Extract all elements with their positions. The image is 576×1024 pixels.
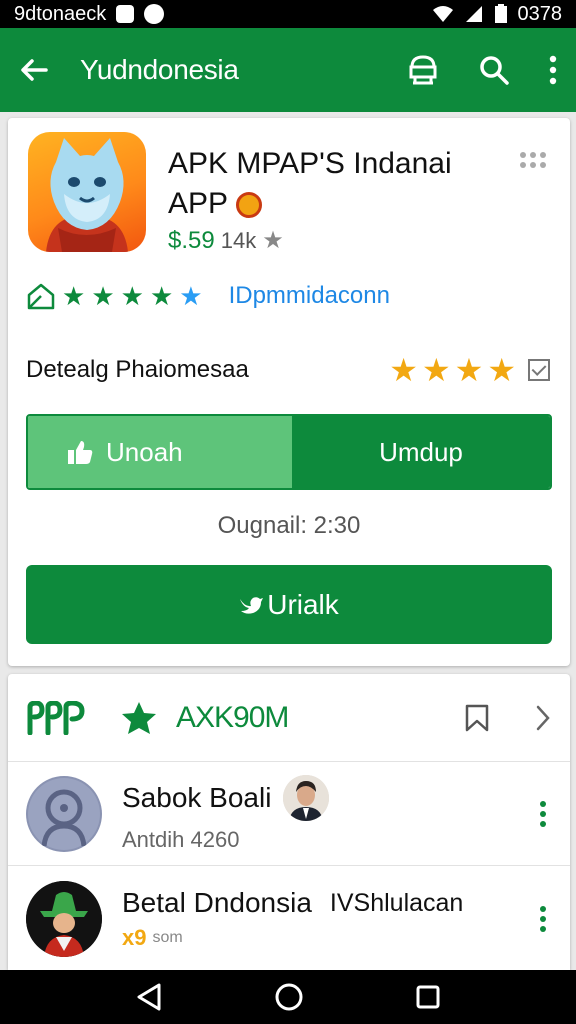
- original-text: Ougnail: 2:30: [217, 512, 361, 539]
- back-arrow-icon: [21, 59, 48, 81]
- section-card: AXK90M Sabok Boali Antdih 4260 Betal Dnd…: [8, 674, 570, 970]
- list-item-subtitle: Antdih 4260: [122, 826, 240, 852]
- award-badge-icon: [236, 192, 263, 219]
- list-item-title-extra: IVShlulacan: [329, 888, 464, 917]
- signal-icon: [465, 6, 482, 22]
- rating-star-icon: ★: [262, 227, 284, 254]
- status-bar: 9dtonaeck 0378: [0, 0, 576, 28]
- install-button[interactable]: Urialk: [26, 565, 552, 644]
- app-icon: [28, 132, 146, 252]
- shop-button[interactable]: [406, 53, 440, 87]
- split-right-button[interactable]: Umdup: [292, 416, 550, 488]
- detail-label: Detealg Phaiomesaa: [26, 356, 249, 383]
- star-filled-icon: ★: [62, 281, 86, 311]
- chevron-right-icon[interactable]: [534, 704, 552, 732]
- grid-menu-icon[interactable]: [520, 152, 548, 168]
- nav-home-icon[interactable]: [274, 982, 304, 1012]
- split-left-button[interactable]: Unoah: [28, 416, 292, 488]
- nav-back-icon[interactable]: [135, 982, 163, 1012]
- app-name-text: APK MPAP'S Indanai APP: [168, 147, 452, 220]
- star-orange-icon: ★: [487, 352, 516, 388]
- list-item[interactable]: Sabok Boali Antdih 4260: [8, 762, 570, 866]
- star-orange-icon: ★: [454, 352, 484, 388]
- split-right-label: Umdup: [379, 436, 463, 467]
- search-icon: [480, 56, 509, 85]
- split-action-buttons: Unoah Umdup: [26, 414, 552, 490]
- star-badge-icon: [122, 701, 156, 734]
- wifi-icon: [432, 6, 453, 22]
- robot-avatar-icon: [28, 777, 100, 850]
- back-button[interactable]: [18, 54, 50, 86]
- bookmark-icon[interactable]: [464, 704, 490, 732]
- app-name: APK MPAP'S Indanai APP: [168, 144, 498, 224]
- developer-link[interactable]: IDpmmidaconn: [229, 282, 390, 310]
- star-filled-icon: ★: [91, 281, 115, 311]
- detail-row: Detealg Phaiomesaa ★ ★ ★ ★: [26, 354, 550, 386]
- system-nav-bar: [0, 970, 576, 1024]
- more-vert-icon[interactable]: [540, 906, 546, 932]
- star-filled-icon: ★: [120, 281, 144, 311]
- app-detail-card: APK MPAP'S Indanai APP $.59 14k ★ ★ ★ ★ …: [8, 118, 570, 666]
- split-left-label: Unoah: [106, 436, 183, 467]
- shop-icon: [409, 55, 437, 85]
- thumbs-up-icon: [68, 441, 93, 464]
- bird-icon: [240, 596, 264, 614]
- install-label: Urialk: [267, 588, 339, 620]
- app-bar: Yudndonesia: [0, 28, 576, 112]
- review-count: 14k: [220, 227, 257, 253]
- character-avatar-icon: [26, 881, 102, 957]
- star-blue-icon: ★: [179, 281, 203, 311]
- list-item[interactable]: Betal Dndonsia IVShlulacan x9 som: [8, 867, 570, 971]
- status-time: 0378: [517, 2, 563, 25]
- star-orange-icon: ★: [421, 352, 451, 388]
- list-item-subtitle: som: [152, 929, 183, 946]
- status-text: 9dtonaeck: [14, 2, 107, 25]
- nav-recents-icon[interactable]: [415, 984, 441, 1010]
- search-button[interactable]: [478, 54, 510, 86]
- more-vert-icon: [549, 55, 557, 85]
- list-item-mark: x9: [122, 925, 147, 950]
- checkbox-icon[interactable]: [528, 359, 550, 381]
- home-outline-icon: [27, 283, 55, 310]
- avatar: [26, 881, 102, 957]
- rating-row: ★ ★ ★ ★ ★ IDpmmidaconn: [26, 282, 390, 310]
- app-bar-title: Yudndonesia: [80, 54, 239, 85]
- notification-icon: [116, 5, 135, 23]
- person-avatar: [283, 774, 330, 821]
- list-item-title: Sabok Boali: [122, 781, 272, 813]
- list-item-title: Betal Dndonsia: [122, 887, 312, 918]
- more-options-button[interactable]: [548, 55, 558, 85]
- battery-icon: [494, 4, 507, 23]
- face-notification-icon: [144, 4, 165, 24]
- cat-mascot-icon: [46, 138, 128, 252]
- avatar: [26, 775, 102, 852]
- app-price-row: $.59 14k ★: [168, 226, 284, 255]
- section-header: AXK90M: [8, 674, 570, 762]
- star-filled-icon: ★: [149, 281, 174, 311]
- section-title: AXK90M: [176, 700, 289, 734]
- star-orange-icon: ★: [389, 352, 418, 388]
- brand-logo-icon: [27, 700, 85, 735]
- more-vert-icon[interactable]: [540, 800, 546, 827]
- app-price: $.59: [168, 226, 215, 254]
